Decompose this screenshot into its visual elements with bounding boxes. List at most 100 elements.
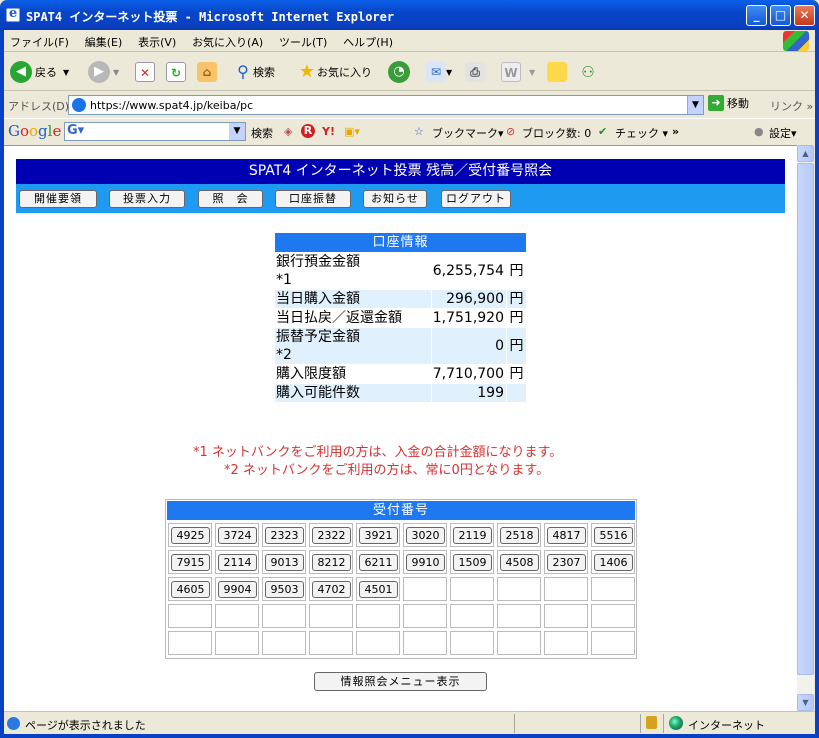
scroll-down-button[interactable]: ▼ [797,694,814,711]
refresh-button[interactable]: ↻ [166,60,186,84]
receipt-number-button[interactable]: 2114 [218,554,257,571]
account-row-unit: 円 [507,290,526,308]
chevron-down-icon[interactable]: ▼ [687,96,703,114]
favorites-button[interactable]: ★ お気に入り [297,60,372,84]
pagerank-icon[interactable]: ▣▾ [344,125,360,138]
receipt-cell: 9910 [403,550,447,574]
chevron-down-icon[interactable]: ▼ [229,123,245,140]
receipt-number-button[interactable]: 4501 [359,581,398,598]
receipt-number-button[interactable]: 4508 [500,554,539,571]
receipt-number-button[interactable]: 9910 [406,554,445,571]
receipt-number-button[interactable]: 2307 [547,554,586,571]
home-icon: ⌂ [197,62,217,82]
receipt-number-button[interactable]: 1406 [594,554,633,571]
search-button[interactable]: ⚲ 検索 [233,60,275,84]
receipt-number-button[interactable]: 3921 [359,527,398,544]
receipt-cell: 3724 [215,523,259,547]
receipt-cell [403,604,447,628]
popup-blocked-count[interactable]: ブロック数: 0 [522,125,591,141]
menu-tools[interactable]: ツール(T) [273,30,333,50]
menu-edit[interactable]: 編集(E) [79,30,129,50]
search-icon: ⚲ [237,62,249,81]
nav-transfer-button[interactable]: 口座振替 [275,190,351,208]
print-button[interactable]: ⎙ [465,60,485,84]
receipt-number-button[interactable]: 4817 [547,527,586,544]
page-done-icon [7,717,20,730]
receipt-number-button[interactable]: 7915 [171,554,210,571]
yahoo-icon[interactable]: Y! [322,125,335,138]
receipt-number-button[interactable]: 4925 [171,527,210,544]
receipt-number-button[interactable]: 2518 [500,527,539,544]
discuss-button[interactable] [547,60,567,84]
receipt-number-button[interactable]: 9503 [265,581,304,598]
bookmark-star-icon[interactable]: ☆ [414,125,424,138]
go-button[interactable]: ➜ 移動 [708,95,749,111]
more-button[interactable]: » [672,125,679,138]
receipt-number-button[interactable]: 6211 [359,554,398,571]
go-arrow-icon: ➜ [708,95,724,111]
show-inquiry-menu-button[interactable]: 情報照会メニュー表示 [314,672,487,691]
account-row-label: 購入可能件数 [275,384,431,402]
google-search-input[interactable]: G▾ ▼ [64,122,246,141]
receipt-number-button[interactable]: 3724 [218,527,257,544]
news-icon[interactable]: ◈ [284,125,292,138]
stop-button[interactable]: ✕ [135,60,155,84]
nav-event-info-button[interactable]: 開催要領 [19,190,97,208]
receipt-number-button[interactable]: 2322 [312,527,351,544]
receipt-cell: 2323 [262,523,306,547]
nav-notice-button[interactable]: お知らせ [363,190,427,208]
nav-logout-button[interactable]: ログアウト [441,190,511,208]
r-icon[interactable]: R [301,124,315,138]
receipt-number-button[interactable]: 2119 [453,527,492,544]
receipt-cell [450,604,494,628]
google-toolbar: Google G▾ ▼ 検索 ◈ R Y! ▣▾ ☆ ブックマーク▾ ⊘ ブロッ… [4,118,815,144]
close-button[interactable]: ✕ [794,5,815,26]
receipt-number-button[interactable]: 4702 [312,581,351,598]
menu-view[interactable]: 表示(V) [132,30,182,50]
back-button[interactable]: ◀ 戻る ▼ [10,60,69,84]
account-row-value: 296,900 [432,290,506,308]
receipt-number-button[interactable]: 2323 [265,527,304,544]
menu-help[interactable]: ヘルプ(H) [337,30,399,50]
scroll-up-button[interactable]: ▲ [797,145,814,162]
nav-vote-input-button[interactable]: 投票入力 [109,190,185,208]
globe-icon [669,716,683,730]
menu-file[interactable]: ファイル(F) [4,30,75,50]
mail-button[interactable]: ✉ ▼ [426,60,452,84]
receipt-number-button[interactable]: 1509 [453,554,492,571]
menu-favorites[interactable]: お気に入り(A) [186,30,269,50]
google-logo[interactable]: Google [8,122,61,140]
settings-button[interactable]: 設定▾ [769,125,797,141]
receipt-number-button[interactable]: 8212 [312,554,351,571]
receipt-cell [215,631,259,655]
minimize-button[interactable]: _ [746,5,767,26]
vertical-scrollbar[interactable]: ▲ ▼ [797,145,814,711]
history-icon: ◔ [388,61,410,83]
home-button[interactable]: ⌂ [197,60,217,84]
history-button[interactable]: ◔ [388,60,413,84]
bookmarks-button[interactable]: ブックマーク▾ [432,125,504,141]
word-icon: W [501,62,521,82]
receipt-cell [591,604,635,628]
maximize-button[interactable]: □ [770,5,791,26]
links-button[interactable]: リンク » [770,98,813,114]
page-title: SPAT4 インターネット投票 残高／受付番号照会 [16,159,785,184]
spellcheck-button[interactable]: チェック ▾ [615,125,668,141]
scroll-thumb[interactable] [797,163,814,675]
receipt-number-button[interactable]: 3020 [406,527,445,544]
account-row: 購入限度額 7,710,700 円 [275,364,526,383]
page-nav: 開催要領 投票入力 照 会 口座振替 お知らせ ログアウト [16,184,785,213]
account-row-unit: 円 [509,263,524,279]
google-search-button[interactable]: 検索 [251,125,273,141]
receipt-number-button[interactable]: 4605 [171,581,210,598]
receipt-number-button[interactable]: 9013 [265,554,304,571]
receipt-number-button[interactable]: 5516 [594,527,633,544]
messenger-button[interactable]: ⚇ [578,60,598,84]
nav-inquiry-button[interactable]: 照 会 [198,190,263,208]
edit-button[interactable]: W ▼ [501,60,535,84]
stop-icon: ✕ [135,62,155,82]
url-text[interactable]: https://www.spat4.jp/keiba/pc [90,99,253,112]
address-input[interactable]: https://www.spat4.jp/keiba/pc ▼ [68,95,704,115]
forward-button[interactable]: ▶ ▼ [88,60,119,84]
receipt-number-button[interactable]: 9904 [218,581,257,598]
